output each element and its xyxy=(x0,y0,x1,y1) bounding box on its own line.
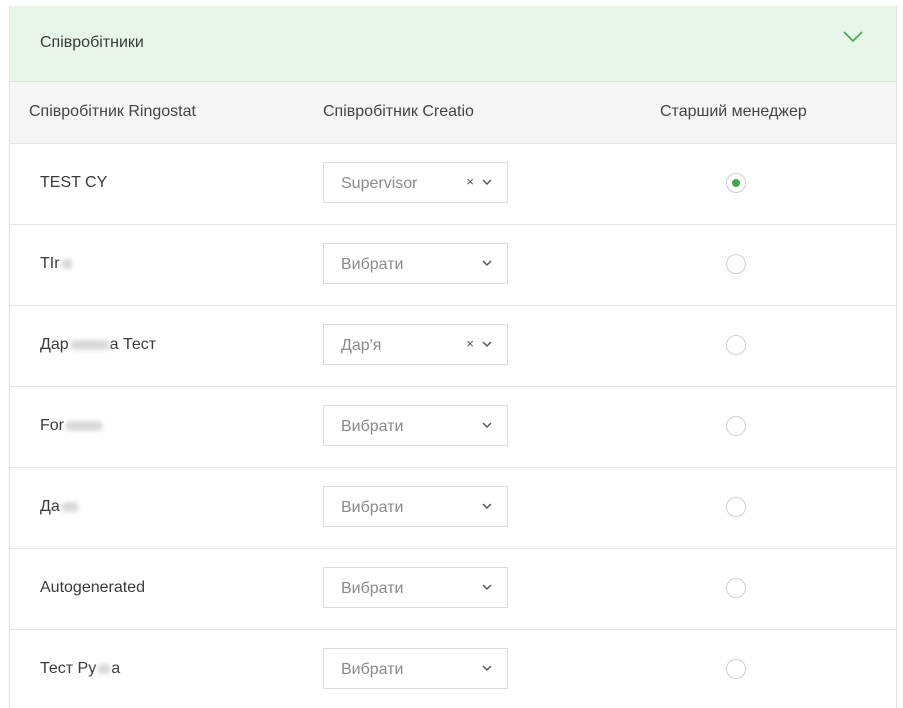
employee-name: Autogenerated xyxy=(40,579,145,597)
employee-name: Да xyxy=(40,498,79,516)
chevron-down-icon xyxy=(482,503,492,510)
column-header-senior-manager: Старший менеджер xyxy=(660,103,807,120)
select-value: Вибрати xyxy=(341,580,404,597)
select-value: Дар'я xyxy=(341,337,382,354)
chevron-down-icon xyxy=(482,665,492,672)
select-value: Вибрати xyxy=(341,418,404,435)
select-value: Supervisor xyxy=(341,175,418,192)
chevron-down-icon[interactable] xyxy=(842,30,864,44)
employee-name-text: Тест Ру xyxy=(40,660,97,677)
employee-rows: TEST CY Supervisor × TIr Вибрати Дар а Тест Дар… xyxy=(10,144,896,708)
column-header-ringostat: Співробітник Ringostat xyxy=(29,103,196,120)
creatio-employee-select[interactable]: Вибрати xyxy=(323,405,508,446)
employee-name-suffix: а xyxy=(111,660,121,677)
clear-icon[interactable]: × xyxy=(466,174,474,189)
creatio-employee-select[interactable]: Дар'я × xyxy=(323,324,508,365)
select-value: Вибрати xyxy=(341,661,404,678)
chevron-down-icon xyxy=(482,179,492,186)
senior-manager-radio[interactable] xyxy=(726,254,746,274)
senior-manager-radio[interactable] xyxy=(726,416,746,436)
creatio-employee-select[interactable]: Вибрати xyxy=(323,486,508,527)
table-row: Да Вибрати xyxy=(10,468,896,549)
employee-name-suffix: а Тест xyxy=(109,336,157,353)
chevron-down-icon xyxy=(482,584,492,591)
senior-manager-radio[interactable] xyxy=(726,578,746,598)
chevron-down-icon xyxy=(482,422,492,429)
redacted-text xyxy=(69,339,110,350)
employee-name-text: Autogenerated xyxy=(40,579,145,596)
chevron-down-icon xyxy=(482,260,492,267)
creatio-employee-select[interactable]: Вибрати xyxy=(323,243,508,284)
select-value: Вибрати xyxy=(341,499,404,516)
clear-icon[interactable]: × xyxy=(466,336,474,351)
redacted-text xyxy=(60,501,79,512)
column-header-creatio: Співробітник Creatio xyxy=(323,103,474,120)
employee-name-text: Дар xyxy=(40,336,69,353)
table-row: For Вибрати xyxy=(10,387,896,468)
employee-name: Дар а Тест xyxy=(40,336,156,354)
employee-name: For xyxy=(40,417,103,435)
senior-manager-radio[interactable] xyxy=(726,173,746,193)
table-row: Тест Ру а Вибрати xyxy=(10,630,896,708)
employee-name: TEST CY xyxy=(40,174,107,192)
panel-title: Співробітники xyxy=(40,34,144,51)
table-row: TIr Вибрати xyxy=(10,225,896,306)
employee-name: TIr xyxy=(40,255,73,273)
table-row: Autogenerated Вибрати xyxy=(10,549,896,630)
creatio-employee-select[interactable]: Вибрати xyxy=(323,567,508,608)
table-row: TEST CY Supervisor × xyxy=(10,144,896,225)
employee-name-text: TIr xyxy=(40,255,60,272)
table-header: Співробітник Ringostat Співробітник Crea… xyxy=(10,82,896,144)
redacted-text xyxy=(60,258,73,269)
creatio-employee-select[interactable]: Вибрати xyxy=(323,648,508,689)
table-row: Дар а Тест Дар'я × xyxy=(10,306,896,387)
select-value: Вибрати xyxy=(341,256,404,273)
employee-name-text: Да xyxy=(40,498,60,515)
employee-name: Тест Ру а xyxy=(40,660,120,678)
panel-header[interactable]: Співробітники xyxy=(10,6,896,82)
redacted-text xyxy=(97,663,112,674)
employees-panel: Співробітники Співробітник Ringostat Спі… xyxy=(9,6,897,708)
senior-manager-radio[interactable] xyxy=(726,335,746,355)
chevron-down-icon xyxy=(482,341,492,348)
redacted-text xyxy=(65,420,103,431)
employee-name-text: For xyxy=(40,417,64,434)
radio-selected-dot xyxy=(732,179,740,187)
creatio-employee-select[interactable]: Supervisor × xyxy=(323,162,508,203)
employee-name-text: TEST CY xyxy=(40,174,108,191)
senior-manager-radio[interactable] xyxy=(726,497,746,517)
senior-manager-radio[interactable] xyxy=(726,659,746,679)
